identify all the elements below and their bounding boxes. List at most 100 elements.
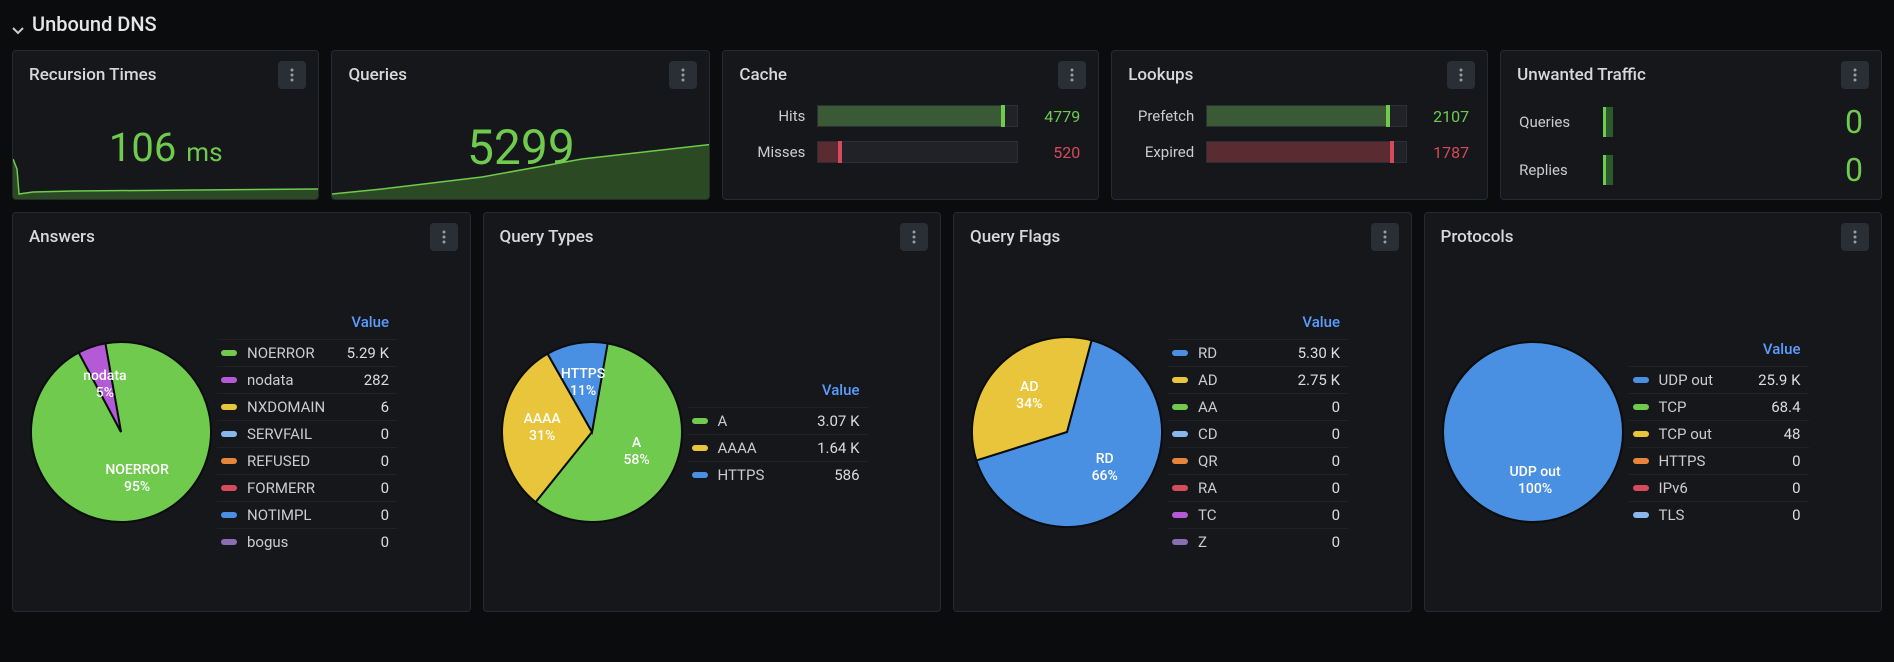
legend-color-icon bbox=[1172, 458, 1188, 464]
panel-title: Query Types bbox=[500, 227, 594, 247]
legend-row[interactable]: AA0 bbox=[1168, 393, 1348, 420]
legend-row[interactable]: FORMERR0 bbox=[217, 474, 397, 501]
legend-row[interactable]: NOTIMPL0 bbox=[217, 501, 397, 528]
legend-row[interactable]: NOERROR 5.29 K bbox=[217, 339, 397, 366]
legend-row[interactable]: TLS 0 bbox=[1629, 501, 1809, 528]
legend-row[interactable]: QR0 bbox=[1168, 447, 1348, 474]
ellipsis-icon bbox=[1064, 67, 1080, 83]
legend-row[interactable]: Z0 bbox=[1168, 528, 1348, 555]
bargauge-label: Hits bbox=[741, 107, 805, 125]
legend-row[interactable]: RA0 bbox=[1168, 474, 1348, 501]
legend-color-icon bbox=[1633, 431, 1649, 437]
queries-value: 5299 bbox=[467, 119, 575, 176]
legend-name: TLS bbox=[1659, 506, 1783, 524]
panel-menu-button[interactable] bbox=[1841, 61, 1869, 89]
unwanted-row: Queries0 bbox=[1519, 103, 1863, 141]
legend-row[interactable]: HTTPS 586 bbox=[688, 461, 868, 488]
legend-row[interactable]: REFUSED0 bbox=[217, 447, 397, 474]
legend-name: TC bbox=[1198, 506, 1322, 524]
legend-row[interactable]: UDP out25.9 K bbox=[1629, 366, 1809, 393]
section-header[interactable]: Unbound DNS bbox=[12, 8, 1882, 50]
legend-value: 5.30 K bbox=[1298, 344, 1340, 362]
legend-row[interactable]: bogus0 bbox=[217, 528, 397, 555]
legend-row[interactable]: HTTPS0 bbox=[1629, 447, 1809, 474]
legend-row[interactable]: AAAA1.64 K bbox=[688, 434, 868, 461]
legend-row[interactable]: A 3.07 K bbox=[688, 407, 868, 434]
bargauge-value: 1787 bbox=[1419, 143, 1469, 162]
panel-menu-button[interactable] bbox=[1447, 61, 1475, 89]
legend-value: 0 bbox=[1332, 425, 1340, 443]
legend-row[interactable]: IPv6 0 bbox=[1629, 474, 1809, 501]
legend-color-icon bbox=[221, 512, 237, 518]
legend-header: Value bbox=[217, 309, 397, 339]
panel-cache: Cache Hits4779Misses520 bbox=[722, 50, 1099, 200]
legend-color-icon bbox=[1172, 539, 1188, 545]
legend-row[interactable]: TCP68.4 bbox=[1629, 393, 1809, 420]
unwanted-label: Queries bbox=[1519, 113, 1589, 131]
panel-menu-button[interactable] bbox=[278, 61, 306, 89]
panel-menu-button[interactable] bbox=[669, 61, 697, 89]
legend-name: HTTPS bbox=[718, 466, 825, 484]
panel-menu-button[interactable] bbox=[1371, 223, 1399, 251]
ellipsis-icon bbox=[1377, 229, 1393, 245]
legend-row[interactable]: nodata282 bbox=[217, 366, 397, 393]
legend-value: 6 bbox=[381, 398, 389, 416]
panel-title: Protocols bbox=[1441, 227, 1514, 247]
legend-name: CD bbox=[1198, 425, 1322, 443]
panel-title: Answers bbox=[29, 227, 95, 247]
legend-name: TCP bbox=[1659, 398, 1762, 416]
panel-title: Cache bbox=[739, 65, 787, 85]
legend-name: AD bbox=[1198, 371, 1288, 389]
legend-color-icon bbox=[692, 418, 708, 424]
unwanted-bar bbox=[1603, 107, 1613, 137]
legend-value: 0 bbox=[1792, 479, 1800, 497]
legend-value: 0 bbox=[381, 452, 389, 470]
panel-title: Unwanted Traffic bbox=[1517, 65, 1646, 85]
legend-row[interactable]: TC 0 bbox=[1168, 501, 1348, 528]
legend-color-icon bbox=[1172, 431, 1188, 437]
panel-unwanted-traffic: Unwanted Traffic Queries0Replies0 bbox=[1500, 50, 1882, 200]
pie-chart: A58%AAAA31%HTTPS11% bbox=[496, 336, 688, 528]
legend-row[interactable]: NXDOMAIN 6 bbox=[217, 393, 397, 420]
panel-menu-button[interactable] bbox=[430, 223, 458, 251]
panel-menu-button[interactable] bbox=[900, 223, 928, 251]
legend-row[interactable]: CD 0 bbox=[1168, 420, 1348, 447]
legend-color-icon bbox=[221, 350, 237, 356]
legend-name: A bbox=[718, 412, 808, 430]
legend-row[interactable]: RD 5.30 K bbox=[1168, 339, 1348, 366]
legend-value: 0 bbox=[1332, 506, 1340, 524]
ellipsis-icon bbox=[1453, 67, 1469, 83]
legend-value: 0 bbox=[381, 425, 389, 443]
legend-row[interactable]: AD2.75 K bbox=[1168, 366, 1348, 393]
legend-color-icon bbox=[1633, 377, 1649, 383]
legend-header: Value bbox=[1629, 336, 1809, 366]
legend-value: 0 bbox=[1332, 479, 1340, 497]
legend-row[interactable]: SERVFAIL0 bbox=[217, 420, 397, 447]
legend-name: Z bbox=[1198, 533, 1322, 551]
legend-value: 0 bbox=[1792, 506, 1800, 524]
panel-title: Lookups bbox=[1128, 65, 1193, 85]
legend-name: NOERROR bbox=[247, 344, 337, 362]
legend-value: 586 bbox=[834, 466, 859, 484]
legend-name: NOTIMPL bbox=[247, 506, 371, 524]
panel-title: Recursion Times bbox=[29, 65, 157, 85]
legend-value: 0 bbox=[1792, 452, 1800, 470]
bargauge-label: Misses bbox=[741, 143, 805, 161]
legend-name: IPv6 bbox=[1659, 479, 1783, 497]
panel-protocols: Protocols UDP out100% ValueUDP out25.9 K… bbox=[1424, 212, 1883, 612]
panel-menu-button[interactable] bbox=[1841, 223, 1869, 251]
ellipsis-icon bbox=[906, 229, 922, 245]
legend-name: NXDOMAIN bbox=[247, 398, 371, 416]
legend-color-icon bbox=[1172, 404, 1188, 410]
legend-color-icon bbox=[692, 472, 708, 478]
bargauge-track bbox=[817, 141, 1018, 163]
legend-color-icon bbox=[1172, 377, 1188, 383]
panel-menu-button[interactable] bbox=[1058, 61, 1086, 89]
panel-recursion-times: Recursion Times 106 ms bbox=[12, 50, 319, 200]
legend-value: 3.07 K bbox=[817, 412, 859, 430]
legend-value: 5.29 K bbox=[347, 344, 389, 362]
legend-name: RD bbox=[1198, 344, 1288, 362]
ellipsis-icon bbox=[436, 229, 452, 245]
panel-title: Query Flags bbox=[970, 227, 1060, 247]
legend-row[interactable]: TCP out48 bbox=[1629, 420, 1809, 447]
